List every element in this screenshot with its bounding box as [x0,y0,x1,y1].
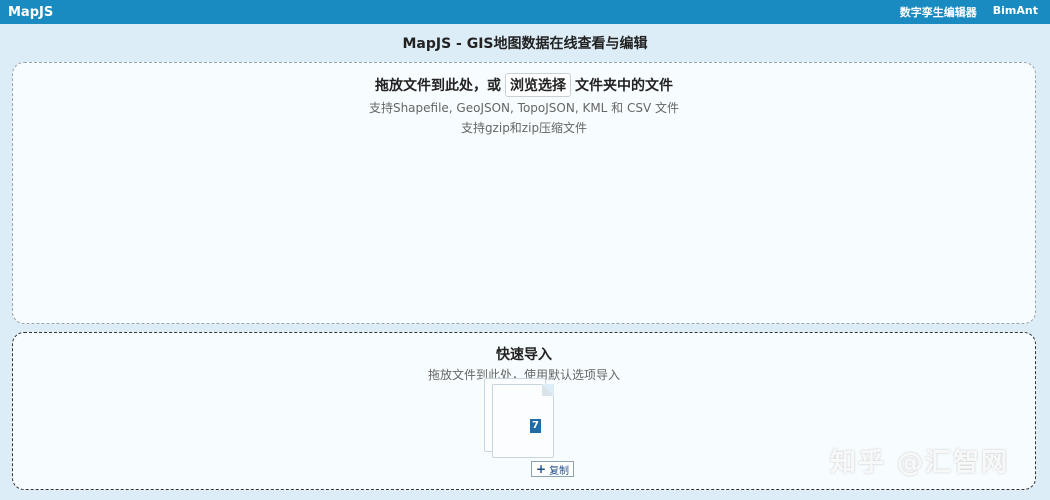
copy-badge: + 复制 [531,461,575,477]
copy-label: 复制 [549,465,570,477]
supported-compression: 支持gzip和zip压缩文件 [460,121,588,135]
plus-icon: + [536,462,547,476]
supported-formats: 支持Shapefile, GeoJSON, TopoJSON, KML 和 CS… [368,101,680,115]
quick-import-title: 快速导入 [496,347,552,363]
watermark: 知乎 @汇智网 [830,448,1010,478]
file-count-badge: 7 [530,419,541,433]
file-dropzone[interactable]: 拖放文件到此处，或 浏览选择 文件夹中的文件 支持Shapefile, GeoJ… [12,62,1036,324]
brand-link[interactable]: MapJS [8,5,53,20]
top-bar: MapJS 数字孪生编辑器 BimAnt [0,0,1050,24]
browse-button[interactable]: 浏览选择 [505,73,571,97]
nav-link-twin-editor[interactable]: 数字孪生编辑器 [900,4,977,20]
top-nav: 数字孪生编辑器 BimAnt [900,4,1038,20]
file-page-icon: 7 [492,384,554,458]
page-title: MapJS - GIS地图数据在线查看与编辑 [402,36,648,52]
nav-link-bimant[interactable]: BimAnt [993,4,1038,20]
dropzone-prefix: 拖放文件到此处，或 [375,78,501,94]
dropzone-suffix: 文件夹中的文件 [575,78,673,94]
dropzone-main-text: 拖放文件到此处，或 浏览选择 文件夹中的文件 [13,73,1035,97]
